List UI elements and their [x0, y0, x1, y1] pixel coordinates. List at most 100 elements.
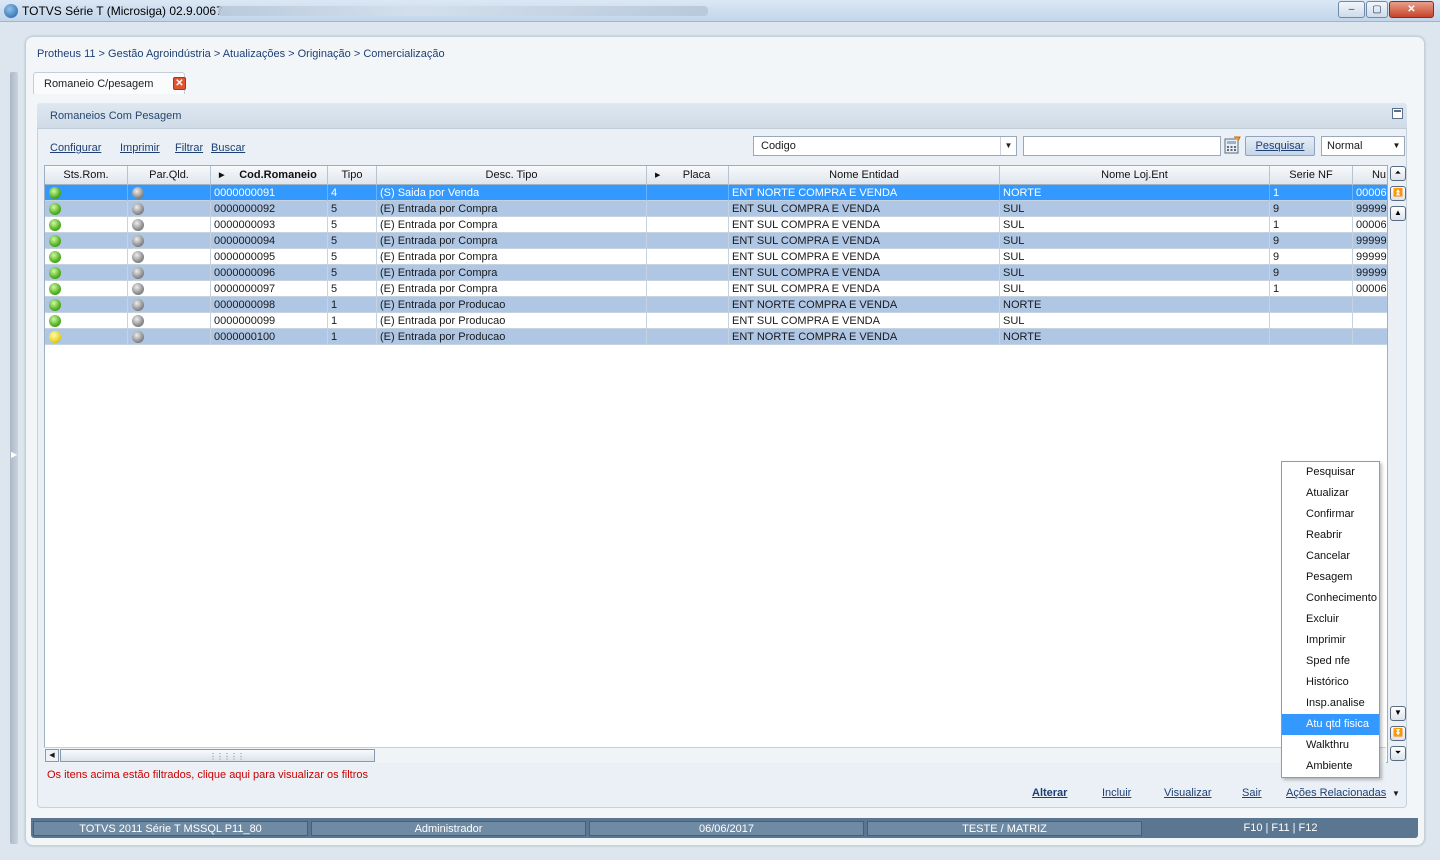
- cell-serie: 9: [1270, 265, 1353, 281]
- status-green-icon: [49, 315, 61, 327]
- col-sts-rom[interactable]: Sts.Rom.: [45, 166, 128, 185]
- breadcrumb[interactable]: Protheus 11 > Gestão Agroindústria > Atu…: [37, 48, 445, 60]
- status-green-icon: [49, 187, 61, 199]
- visualizar-button[interactable]: Visualizar: [1164, 787, 1212, 799]
- search-field-value: Codigo: [761, 140, 796, 152]
- scroll-top-button[interactable]: ⏶: [1390, 166, 1406, 181]
- cell-placa: [647, 201, 729, 217]
- cell-tipo: 1: [328, 297, 377, 313]
- table-row[interactable]: 0000000100 1 (E) Entrada por Producao ENT N…: [45, 329, 1387, 345]
- status-keys: F10 | F11 | F12: [1243, 822, 1318, 834]
- table-row[interactable]: 0000000097 5 (E) Entrada por Compra ENT SUL…: [45, 281, 1387, 297]
- menu-item[interactable]: Reabrir: [1282, 525, 1379, 546]
- col-nome-loj-ent[interactable]: Nome Loj.Ent: [1000, 166, 1270, 185]
- cell-cod: 0000000099: [211, 313, 328, 329]
- menu-item[interactable]: Walkthru: [1282, 735, 1379, 756]
- sair-button[interactable]: Sair: [1242, 787, 1262, 799]
- col-desc-tipo[interactable]: Desc. Tipo: [377, 166, 647, 185]
- col-serie-nf[interactable]: Serie NF: [1270, 166, 1353, 185]
- horizontal-scrollbar[interactable]: ◀ ⋮⋮⋮⋮⋮: [44, 747, 1386, 763]
- status-gray-icon: [132, 299, 144, 311]
- status-cell: [45, 297, 128, 313]
- pesquisar-button[interactable]: Pesquisar: [1245, 136, 1315, 156]
- menu-item[interactable]: Excluir: [1282, 609, 1379, 630]
- cell-desc: (E) Entrada por Compra: [377, 281, 647, 297]
- menu-item[interactable]: Ambiente: [1282, 756, 1379, 777]
- search-input[interactable]: [1023, 136, 1221, 156]
- menu-item[interactable]: Histórico: [1282, 672, 1379, 693]
- status-gray-icon: [132, 219, 144, 231]
- table-row[interactable]: 0000000091 4 (S) Saida por Venda ENT NORTE …: [45, 185, 1387, 201]
- tab-romaneio-pesagem[interactable]: Romaneio C/pesagem ✕: [33, 72, 186, 94]
- menu-item[interactable]: Pesquisar: [1282, 462, 1379, 483]
- menu-item[interactable]: Atualizar: [1282, 483, 1379, 504]
- col-par-qld[interactable]: Par.Qld.: [128, 166, 211, 185]
- imprimir-link[interactable]: Imprimir: [120, 142, 160, 154]
- cell-placa: [647, 329, 729, 345]
- table-row[interactable]: 0000000099 1 (E) Entrada por Producao ENT S…: [45, 313, 1387, 329]
- col-nome-entidad[interactable]: Nome Entidad: [729, 166, 1000, 185]
- cell-entidad: ENT SUL COMPRA E VENDA: [729, 201, 1000, 217]
- status-green-icon: [49, 283, 61, 295]
- col-placa[interactable]: ▶ Placa: [647, 166, 729, 185]
- col-cod-romaneio[interactable]: ▶ Cod.Romaneio: [211, 166, 328, 185]
- table-row[interactable]: 0000000095 5 (E) Entrada por Compra ENT SUL…: [45, 249, 1387, 265]
- cell-serie: [1270, 297, 1353, 313]
- status-yellow-icon: [49, 331, 61, 343]
- table-row[interactable]: 0000000094 5 (E) Entrada por Compra ENT SUL…: [45, 233, 1387, 249]
- menu-item[interactable]: Conhecimento: [1282, 588, 1379, 609]
- panel-title: Romaneios Com Pesagem: [50, 110, 182, 122]
- cell-cod: 0000000097: [211, 281, 328, 297]
- scroll-bottom-button[interactable]: ⏷: [1390, 746, 1406, 761]
- cell-cod: 0000000094: [211, 233, 328, 249]
- close-window-button[interactable]: ✕: [1389, 1, 1434, 18]
- menu-item[interactable]: Confirmar: [1282, 504, 1379, 525]
- cell-entidad: ENT NORTE COMPRA E VENDA: [729, 329, 1000, 345]
- romaneio-grid[interactable]: Sts.Rom. Par.Qld. ▶ Cod.Romaneio Tipo Des…: [44, 165, 1388, 763]
- maximize-button[interactable]: ▢: [1366, 1, 1388, 18]
- quality-cell: [128, 201, 211, 217]
- side-panel-toggle[interactable]: ▶: [10, 72, 18, 844]
- cell-desc: (S) Saida por Venda: [377, 185, 647, 201]
- panel-header: [37, 103, 1407, 129]
- acoes-relacionadas-button[interactable]: Ações Relacionadas: [1286, 787, 1386, 799]
- table-row[interactable]: 0000000096 5 (E) Entrada por Compra ENT SUL…: [45, 265, 1387, 281]
- page-down-button[interactable]: ⏬: [1390, 726, 1406, 741]
- cell-nu: [1353, 313, 1387, 329]
- search-mode-value: Normal: [1327, 140, 1363, 152]
- page-up-button[interactable]: ⏫: [1390, 186, 1406, 201]
- alterar-button[interactable]: Alterar: [1032, 787, 1067, 799]
- scroll-up-button[interactable]: ▲: [1390, 206, 1406, 221]
- table-row[interactable]: 0000000093 5 (E) Entrada por Compra ENT SUL…: [45, 217, 1387, 233]
- minimize-button[interactable]: –: [1338, 1, 1365, 18]
- menu-item[interactable]: Atu qtd fisica: [1282, 714, 1379, 735]
- close-tab-icon[interactable]: ✕: [173, 77, 186, 90]
- menu-item[interactable]: Imprimir: [1282, 630, 1379, 651]
- status-gray-icon: [132, 187, 144, 199]
- chevron-right-icon: ▶: [11, 450, 18, 459]
- cell-nu: 000067: [1353, 281, 1387, 297]
- calculator-icon[interactable]: [1224, 136, 1241, 154]
- table-row[interactable]: 0000000098 1 (E) Entrada por Producao ENT N…: [45, 297, 1387, 313]
- search-mode-select[interactable]: Normal ▼: [1321, 136, 1405, 156]
- search-field-select[interactable]: Codigo ▼: [753, 136, 1017, 156]
- table-row[interactable]: 0000000092 5 (E) Entrada por Compra ENT SUL…: [45, 201, 1387, 217]
- incluir-button[interactable]: Incluir: [1102, 787, 1131, 799]
- scroll-down-button[interactable]: ▼: [1390, 706, 1406, 721]
- buscar-link[interactable]: Buscar: [211, 142, 245, 154]
- status-gray-icon: [132, 267, 144, 279]
- col-numero[interactable]: Nu: [1353, 166, 1387, 185]
- status-company: TESTE / MATRIZ: [867, 821, 1142, 836]
- menu-item[interactable]: Insp.analise: [1282, 693, 1379, 714]
- scroll-left-icon[interactable]: ◀: [45, 749, 59, 762]
- filtrar-link[interactable]: Filtrar: [175, 142, 203, 154]
- menu-item[interactable]: Sped nfe: [1282, 651, 1379, 672]
- filter-message-link[interactable]: Os itens acima estão filtrados, clique a…: [47, 769, 368, 781]
- menu-item[interactable]: Cancelar: [1282, 546, 1379, 567]
- col-tipo[interactable]: Tipo: [328, 166, 377, 185]
- status-gray-icon: [132, 203, 144, 215]
- configurar-link[interactable]: Configurar: [50, 142, 101, 154]
- scroll-thumb[interactable]: ⋮⋮⋮⋮⋮: [60, 749, 375, 762]
- minimize-panel-icon[interactable]: [1392, 108, 1403, 119]
- menu-item[interactable]: Pesagem: [1282, 567, 1379, 588]
